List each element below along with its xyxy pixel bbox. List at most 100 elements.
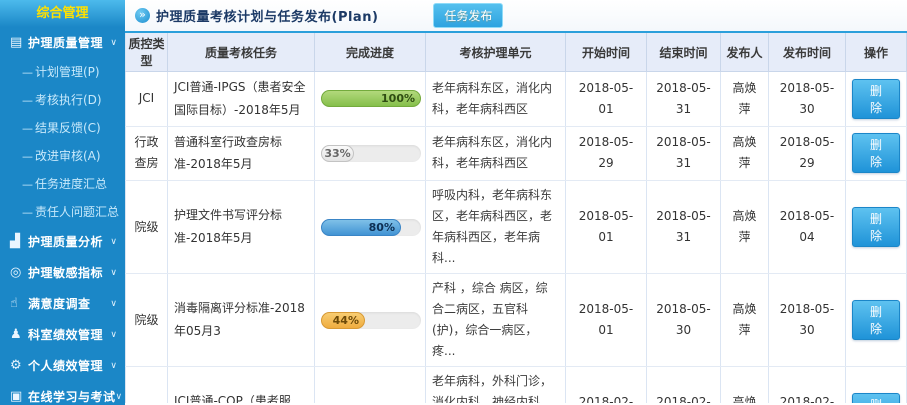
progress-fill: 33%: [321, 145, 354, 162]
chevron-down-icon: ∨: [110, 299, 119, 309]
column-header: 开始时间: [566, 33, 647, 72]
table-row: 院级护理文件书写评分标准-2018年5月 80% 呼吸内科，老年病科东区，老年病科西…: [126, 181, 907, 274]
sidebar-item-label: 在线学习与考试: [28, 388, 116, 405]
cell-task-name: JCI普通-COP（患者服务）-2018年2月: [168, 367, 315, 403]
sidebar-header: 综合管理: [0, 0, 125, 27]
cell-action: 删除: [846, 181, 907, 274]
progress-fill: 80%: [321, 219, 401, 236]
sidebar-item-nursing-quality-analysis[interactable]: ▟护理质量分析∨: [0, 226, 125, 257]
sidebar-item-nursing-sensitive-indicators[interactable]: ◎护理敏感指标∨: [0, 257, 125, 288]
chevron-down-icon: ∨: [116, 392, 125, 402]
main-panel: » 护理质量考核计划与任务发布(Plan) 任务发布 质控类型质量考核任务完成进…: [125, 0, 907, 405]
sidebar-item-label: 护理质量管理: [28, 34, 110, 51]
sidebar-subitem-responsible-issue-summary[interactable]: 责任人问题汇总: [0, 198, 125, 226]
briefcase-icon: ▣: [10, 389, 28, 404]
delete-button[interactable]: 删除: [852, 207, 900, 247]
cell-progress: 80%: [315, 181, 426, 274]
cell-start-date: 2018-05-29: [566, 126, 647, 181]
table-row: JCIJCI普通-IPGS（患者安全国际目标）-2018年5月 100% 老年病科东…: [126, 72, 907, 127]
sidebar-subitem-assess-execute[interactable]: 考核执行(D): [0, 86, 125, 114]
cell-action: 删除: [846, 72, 907, 127]
cell-publish-date: 2018-02-05: [769, 367, 846, 403]
cell-task-name: 消毒隔离评分标准-2018年05月3: [168, 274, 315, 367]
sidebar-item-personal-performance-mgmt[interactable]: ⚙个人绩效管理∨: [0, 350, 125, 381]
cell-end-date: 2018-05-30: [647, 274, 721, 367]
chevron-down-icon: ∨: [110, 268, 119, 278]
column-header: 结束时间: [647, 33, 721, 72]
sidebar-subitem-plan-mgmt[interactable]: 计划管理(P): [0, 58, 125, 86]
progress-label: 100%: [381, 91, 415, 107]
cell-nursing-units: 老年病科东区，消化内科，老年病科西区: [426, 72, 566, 127]
page-title: 护理质量考核计划与任务发布(Plan): [156, 6, 378, 25]
cell-progress: 100%: [315, 72, 426, 127]
cell-publish-date: 2018-05-04: [769, 181, 846, 274]
cell-task-name: 护理文件书写评分标准-2018年5月: [168, 181, 315, 274]
sidebar-item-online-learning-exam[interactable]: ▣在线学习与考试∨: [0, 381, 125, 405]
progress-track: 100%: [321, 90, 421, 107]
cell-qc-type: 院级: [126, 274, 168, 367]
sidebar-item-dept-performance-mgmt[interactable]: ♟科室绩效管理∨: [0, 319, 125, 350]
publish-task-button[interactable]: 任务发布: [433, 3, 503, 28]
sidebar-item-label: 个人绩效管理: [28, 357, 110, 374]
cell-action: 删除: [846, 274, 907, 367]
plan-table: 质控类型质量考核任务完成进度考核护理单元开始时间结束时间发布人发布时间操作 JC…: [125, 33, 907, 403]
cell-start-date: 2018-05-01: [566, 72, 647, 127]
cell-nursing-units: 呼吸内科，老年病科东区，老年病科西区，老年病科西区，老年病科...: [426, 181, 566, 274]
cell-publish-date: 2018-05-30: [769, 274, 846, 367]
column-header: 完成进度: [315, 33, 426, 72]
progress-track: 80%: [321, 219, 421, 236]
sidebar-item-satisfaction-survey[interactable]: ☝满意度调查∨: [0, 288, 125, 319]
lock-icon: ⚙: [10, 358, 28, 373]
cell-qc-type: 院级: [126, 181, 168, 274]
cell-nursing-units: 老年病科，外科门诊，消化内科，神经内科二，产房，产科一，护理...: [426, 367, 566, 403]
cell-progress: 33%: [315, 126, 426, 181]
sidebar-item-nursing-quality-mgmt[interactable]: ▤护理质量管理∨: [0, 27, 125, 58]
chevron-down-icon: ∨: [110, 237, 119, 247]
column-header: 操作: [846, 33, 907, 72]
progress-label: 44%: [333, 313, 359, 329]
arrow-circle-icon: »: [135, 8, 150, 23]
chart-icon: ▟: [10, 234, 28, 249]
sidebar-item-label: 护理质量分析: [28, 233, 110, 250]
cell-task-name: JCI普通-IPGS（患者安全国际目标）-2018年5月: [168, 72, 315, 127]
sidebar-item-label: 科室绩效管理: [28, 326, 110, 343]
cell-start-date: 2018-05-01: [566, 274, 647, 367]
cell-publisher: 高焕萍: [721, 367, 769, 403]
sidebar-subitem-improve-review[interactable]: 改进审核(A): [0, 142, 125, 170]
plan-table-wrap: 质控类型质量考核任务完成进度考核护理单元开始时间结束时间发布人发布时间操作 JC…: [125, 33, 907, 403]
cell-end-date: 2018-02-05: [647, 367, 721, 403]
column-header: 质控类型: [126, 33, 168, 72]
cell-publish-date: 2018-05-29: [769, 126, 846, 181]
table-row: 院级消毒隔离评分标准-2018年05月3 44% 产科 ，综合 病区，综合二病区，五…: [126, 274, 907, 367]
sidebar: 综合管理 ▤护理质量管理∨计划管理(P)考核执行(D)结果反馈(C)改进审核(A…: [0, 0, 125, 405]
cell-end-date: 2018-05-31: [647, 181, 721, 274]
cell-publisher: 高焕萍: [721, 274, 769, 367]
table-row: JCIJCI普通-COP（患者服务）-2018年2月15%老年病科，外科门诊，消…: [126, 367, 907, 403]
delete-button[interactable]: 删除: [852, 79, 900, 119]
target-icon: ◎: [10, 265, 28, 280]
delete-button[interactable]: 删除: [852, 393, 900, 403]
column-header: 质量考核任务: [168, 33, 315, 72]
delete-button[interactable]: 删除: [852, 133, 900, 173]
cell-qc-type: JCI: [126, 72, 168, 127]
progress-label: 33%: [324, 146, 350, 162]
sidebar-subitem-result-feedback[interactable]: 结果反馈(C): [0, 114, 125, 142]
cell-nursing-units: 老年病科东区，消化内科，老年病科西区: [426, 126, 566, 181]
cell-start-date: 2018-02-05: [566, 367, 647, 403]
cell-publisher: 高焕萍: [721, 72, 769, 127]
sidebar-item-label: 满意度调查: [28, 295, 110, 312]
delete-button[interactable]: 删除: [852, 300, 900, 340]
cell-publisher: 高焕萍: [721, 126, 769, 181]
titlebar: » 护理质量考核计划与任务发布(Plan) 任务发布: [125, 0, 907, 33]
cell-end-date: 2018-05-31: [647, 126, 721, 181]
progress-fill: 100%: [321, 90, 421, 107]
cell-start-date: 2018-05-01: [566, 181, 647, 274]
progress-track: 44%: [321, 312, 421, 329]
sidebar-subitem-task-progress-summary[interactable]: 任务进度汇总: [0, 170, 125, 198]
thumbs-up-icon: ☝: [10, 296, 28, 311]
cell-nursing-units: 产科 ，综合 病区，综合二病区，五官科(护)，综合一病区，疼...: [426, 274, 566, 367]
cell-qc-type: JCI: [126, 367, 168, 403]
cell-publisher: 高焕萍: [721, 181, 769, 274]
progress-label: 80%: [369, 220, 395, 236]
cell-task-name: 普通科室行政查房标准-2018年5月: [168, 126, 315, 181]
